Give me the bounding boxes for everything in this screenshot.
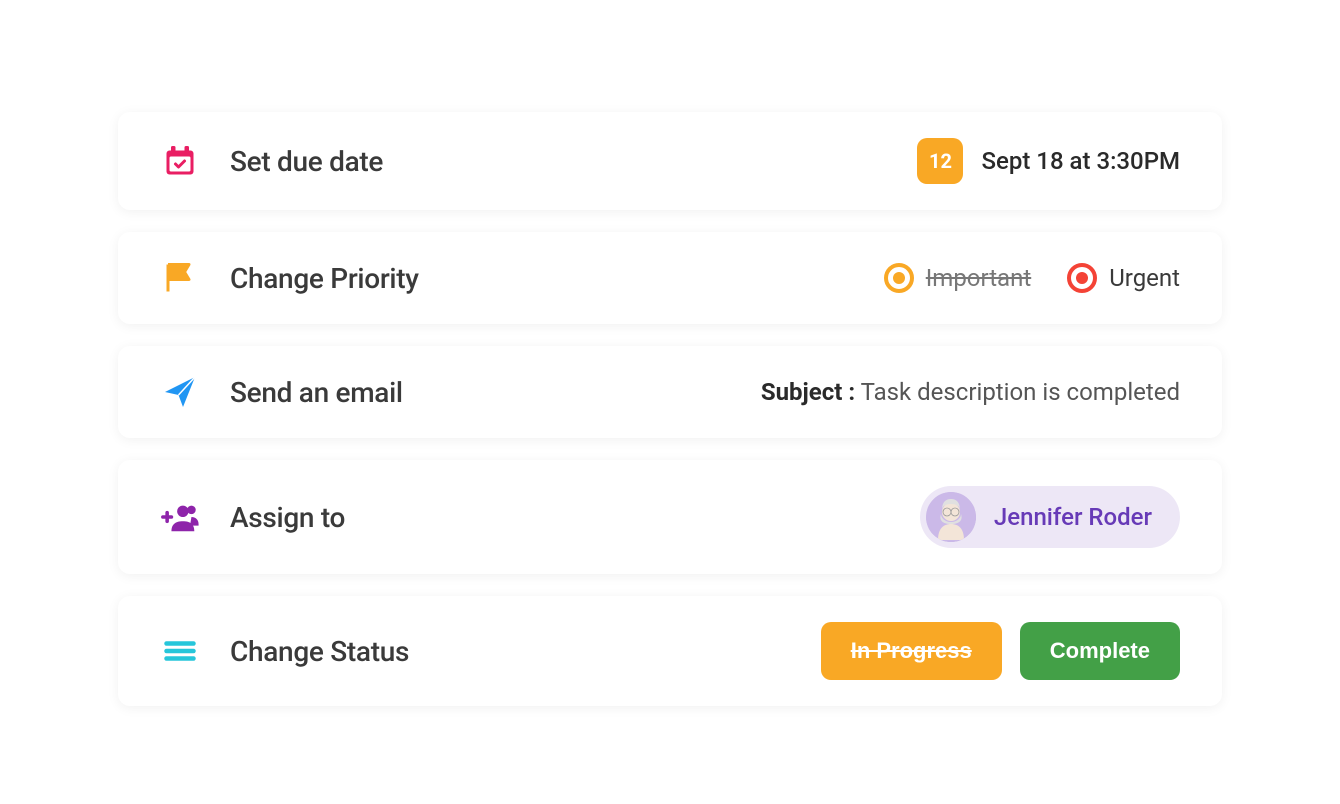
paper-plane-icon	[160, 372, 200, 412]
avatar	[926, 492, 976, 542]
user-plus-icon	[160, 497, 200, 537]
email-subject-label: Subject :	[761, 378, 855, 406]
complete-label: Complete	[1050, 638, 1150, 663]
email-title: Send an email	[230, 376, 403, 409]
due-date-right: 12 Sept 18 at 3:30PM	[917, 138, 1180, 184]
assignee-chip[interactable]: Jennifer Roder	[920, 486, 1180, 548]
priority-option-important[interactable]: Important	[884, 263, 1031, 293]
date-badge: 12	[917, 138, 963, 184]
calendar-check-icon	[160, 141, 200, 181]
due-date-value: Sept 18 at 3:30PM	[981, 147, 1180, 175]
email-subject: Subject : Task description is completed	[761, 378, 1180, 406]
priority-option-urgent[interactable]: Urgent	[1067, 263, 1180, 293]
status-right: In Progress Complete	[821, 622, 1180, 680]
urgent-label: Urgent	[1109, 264, 1180, 292]
complete-button[interactable]: Complete	[1020, 622, 1180, 680]
priority-left: Change Priority	[160, 258, 419, 298]
email-subject-value: Task description is completed	[861, 378, 1180, 406]
assignee-name: Jennifer Roder	[994, 503, 1152, 531]
priority-row[interactable]: Change Priority Important Urgent	[118, 232, 1222, 324]
assign-right: Jennifer Roder	[920, 486, 1180, 548]
assign-title: Assign to	[230, 501, 345, 534]
flag-icon	[160, 258, 200, 298]
due-date-title: Set due date	[230, 145, 383, 178]
due-date-row[interactable]: Set due date 12 Sept 18 at 3:30PM	[118, 112, 1222, 210]
important-label: Important	[926, 264, 1031, 292]
radio-dot-icon	[1076, 272, 1088, 284]
priority-right: Important Urgent	[884, 263, 1180, 293]
in-progress-button[interactable]: In Progress	[821, 622, 1002, 680]
radio-icon	[884, 263, 914, 293]
priority-title: Change Priority	[230, 262, 419, 295]
radio-icon	[1067, 263, 1097, 293]
in-progress-label: In Progress	[851, 638, 972, 663]
status-title: Change Status	[230, 635, 409, 668]
assign-row[interactable]: Assign to Jennifer Roder	[118, 460, 1222, 574]
menu-icon	[160, 631, 200, 671]
status-row[interactable]: Change Status In Progress Complete	[118, 596, 1222, 706]
email-left: Send an email	[160, 372, 403, 412]
due-date-left: Set due date	[160, 141, 383, 181]
radio-dot-icon	[893, 272, 905, 284]
assign-left: Assign to	[160, 497, 345, 537]
status-left: Change Status	[160, 631, 409, 671]
email-right: Subject : Task description is completed	[761, 378, 1180, 406]
email-row[interactable]: Send an email Subject : Task description…	[118, 346, 1222, 438]
